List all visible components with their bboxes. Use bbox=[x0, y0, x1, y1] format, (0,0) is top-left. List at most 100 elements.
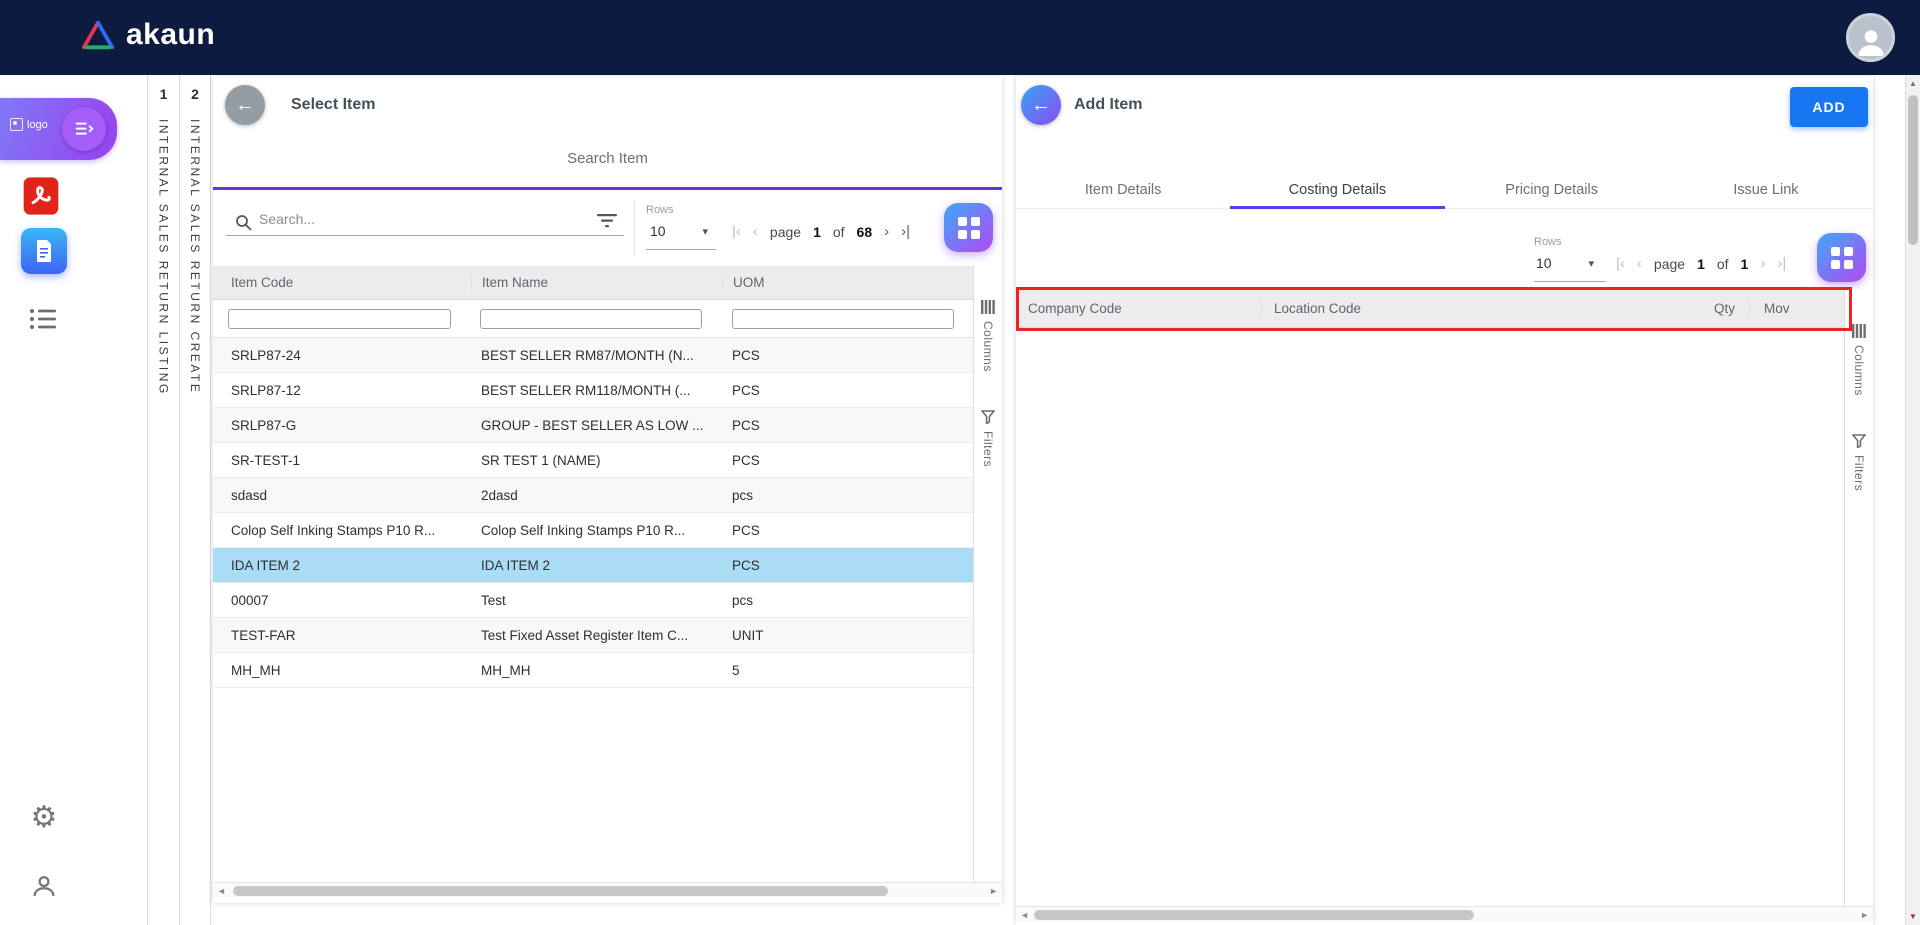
add-item-panel: ← Add Item ADD Item Details Costing Deta… bbox=[1016, 76, 1873, 925]
page-scrollbar[interactable]: ▲ ▼ bbox=[1905, 75, 1920, 925]
table-row[interactable]: SRLP87-12BEST SELLER RM118/MONTH (...PCS bbox=[213, 373, 973, 408]
vertical-tab-listing[interactable]: 1 INTERNAL SALES RETURN LISTING bbox=[147, 75, 179, 925]
table-row[interactable]: Colop Self Inking Stamps P10 R...Colop S… bbox=[213, 513, 973, 548]
last-page-icon[interactable]: ›| bbox=[1777, 255, 1786, 272]
table-row[interactable]: SRLP87-GGROUP - BEST SELLER AS LOW ...PC… bbox=[213, 408, 973, 443]
column-header-item-name[interactable]: Item Name bbox=[471, 275, 722, 290]
item-name-filter-input[interactable] bbox=[480, 309, 702, 329]
table-row[interactable]: sdasd2dasdpcs bbox=[213, 478, 973, 513]
scroll-right-icon[interactable]: ► bbox=[989, 885, 998, 897]
active-tab-underline bbox=[213, 187, 1002, 190]
first-page-icon[interactable]: |‹ bbox=[1616, 255, 1625, 272]
rows-per-page-select[interactable]: 10 ▾ bbox=[650, 223, 708, 239]
column-header-uom[interactable]: UOM bbox=[722, 275, 973, 290]
tab-label: INTERNAL SALES RETURN LISTING bbox=[157, 119, 171, 396]
back-button[interactable]: ← bbox=[225, 85, 265, 125]
grid-view-button[interactable] bbox=[1817, 233, 1866, 282]
scroll-up-icon[interactable]: ▲ bbox=[1906, 79, 1920, 88]
tab-search-item[interactable]: Search Item bbox=[213, 150, 1002, 167]
filters-panel-button[interactable]: Filters bbox=[1852, 434, 1866, 491]
next-page-icon[interactable]: › bbox=[884, 223, 889, 240]
uom-filter-input[interactable] bbox=[732, 309, 954, 329]
document-app-button[interactable] bbox=[21, 228, 67, 274]
brand[interactable]: akaun bbox=[80, 18, 215, 52]
tab-item-details[interactable]: Item Details bbox=[1016, 171, 1230, 208]
add-button[interactable]: ADD bbox=[1790, 87, 1868, 127]
filters-panel-button[interactable]: Filters bbox=[981, 410, 995, 467]
table-side-strip: Columns Filters bbox=[973, 266, 1002, 882]
topbar: akaun bbox=[0, 0, 1920, 75]
column-header-mov[interactable]: Mov bbox=[1749, 301, 1844, 316]
filter-icon bbox=[981, 410, 995, 424]
collapse-menu-button[interactable] bbox=[62, 107, 106, 151]
table-row[interactable]: SR-TEST-1SR TEST 1 (NAME)PCS bbox=[213, 443, 973, 478]
tab-costing-details[interactable]: Costing Details bbox=[1230, 171, 1444, 208]
scroll-right-icon[interactable]: ► bbox=[1860, 909, 1869, 921]
table-cell: GROUP - BEST SELLER AS LOW ... bbox=[471, 418, 722, 433]
column-header-qty[interactable]: Qty bbox=[1514, 301, 1749, 316]
scroll-down-icon[interactable]: ▼ bbox=[1906, 912, 1920, 921]
pdf-icon bbox=[22, 176, 60, 216]
scrollbar-thumb[interactable] bbox=[233, 886, 888, 896]
chevron-down-icon: ▾ bbox=[1588, 257, 1594, 270]
settings-button[interactable]: ⚙ bbox=[27, 801, 61, 835]
profile-button[interactable] bbox=[28, 870, 60, 902]
columns-panel-button[interactable]: Columns bbox=[1852, 324, 1866, 396]
brand-logo-icon bbox=[80, 18, 116, 52]
horizontal-scrollbar[interactable]: ◄ ► bbox=[213, 882, 1002, 898]
vertical-tab-create[interactable]: 2 INTERNAL SALES RETURN CREATE bbox=[179, 75, 211, 925]
table-cell: pcs bbox=[722, 488, 973, 503]
tab-pricing-details[interactable]: Pricing Details bbox=[1445, 171, 1659, 208]
horizontal-scrollbar[interactable]: ◄ ► bbox=[1016, 906, 1873, 922]
grid-icon bbox=[958, 217, 980, 239]
grid-icon bbox=[1831, 247, 1853, 269]
tab-issue-link[interactable]: Issue Link bbox=[1659, 171, 1873, 208]
table-cell: IDA ITEM 2 bbox=[471, 558, 722, 573]
tab-number: 1 bbox=[148, 86, 179, 102]
back-arrow-icon: ← bbox=[1031, 94, 1051, 117]
person-icon bbox=[1853, 23, 1889, 59]
table-cell: MH_MH bbox=[213, 663, 471, 678]
column-header-item-code[interactable]: Item Code bbox=[213, 275, 471, 290]
scroll-left-icon[interactable]: ◄ bbox=[217, 885, 226, 897]
filter-list-icon[interactable] bbox=[597, 214, 617, 233]
table-row[interactable]: MH_MHMH_MH5 bbox=[213, 653, 973, 688]
rows-select-underline bbox=[646, 249, 716, 250]
columns-label: Columns bbox=[1852, 345, 1866, 396]
rows-select-underline bbox=[1534, 281, 1606, 282]
table-row[interactable]: TEST-FARTest Fixed Asset Register Item C… bbox=[213, 618, 973, 653]
page-word: page bbox=[770, 224, 801, 240]
workspace-logo-box[interactable]: logo bbox=[0, 98, 117, 160]
app-root: akaun logo bbox=[0, 0, 1920, 925]
table-row[interactable]: SRLP87-24BEST SELLER RM87/MONTH (N...PCS bbox=[213, 338, 973, 373]
user-avatar[interactable] bbox=[1846, 13, 1895, 62]
toolbar-divider bbox=[634, 200, 635, 256]
table-cell: 00007 bbox=[213, 593, 471, 608]
prev-page-icon[interactable]: ‹ bbox=[1637, 255, 1642, 272]
column-header-company-code[interactable]: Company Code bbox=[1016, 301, 1261, 316]
item-code-filter-input[interactable] bbox=[228, 309, 451, 329]
pagination: |‹ ‹ page 1 of 1 › ›| bbox=[1616, 255, 1786, 272]
last-page-icon[interactable]: ›| bbox=[901, 223, 910, 240]
table-row[interactable]: 00007Testpcs bbox=[213, 583, 973, 618]
columns-icon bbox=[1852, 324, 1866, 338]
grid-view-button[interactable] bbox=[944, 203, 993, 252]
scroll-left-icon[interactable]: ◄ bbox=[1020, 909, 1029, 921]
prev-page-icon[interactable]: ‹ bbox=[753, 223, 758, 240]
total-pages: 1 bbox=[1741, 256, 1749, 272]
columns-panel-button[interactable]: Columns bbox=[981, 300, 995, 372]
pdf-app-button[interactable] bbox=[22, 176, 60, 216]
scrollbar-thumb[interactable] bbox=[1034, 910, 1474, 920]
list-menu-button[interactable] bbox=[27, 305, 59, 333]
search-input[interactable] bbox=[259, 208, 589, 230]
table-row[interactable]: IDA ITEM 2IDA ITEM 2PCS bbox=[213, 548, 973, 583]
back-button[interactable]: ← bbox=[1021, 85, 1061, 125]
rows-per-page-select[interactable]: 10 ▾ bbox=[1536, 255, 1594, 271]
table-cell: BEST SELLER RM118/MONTH (... bbox=[471, 383, 722, 398]
column-header-location-code[interactable]: Location Code bbox=[1261, 301, 1514, 316]
scrollbar-thumb[interactable] bbox=[1908, 95, 1918, 245]
item-table-filter-row bbox=[213, 300, 973, 338]
next-page-icon[interactable]: › bbox=[1760, 255, 1765, 272]
table-cell: Test bbox=[471, 593, 722, 608]
first-page-icon[interactable]: |‹ bbox=[732, 223, 741, 240]
